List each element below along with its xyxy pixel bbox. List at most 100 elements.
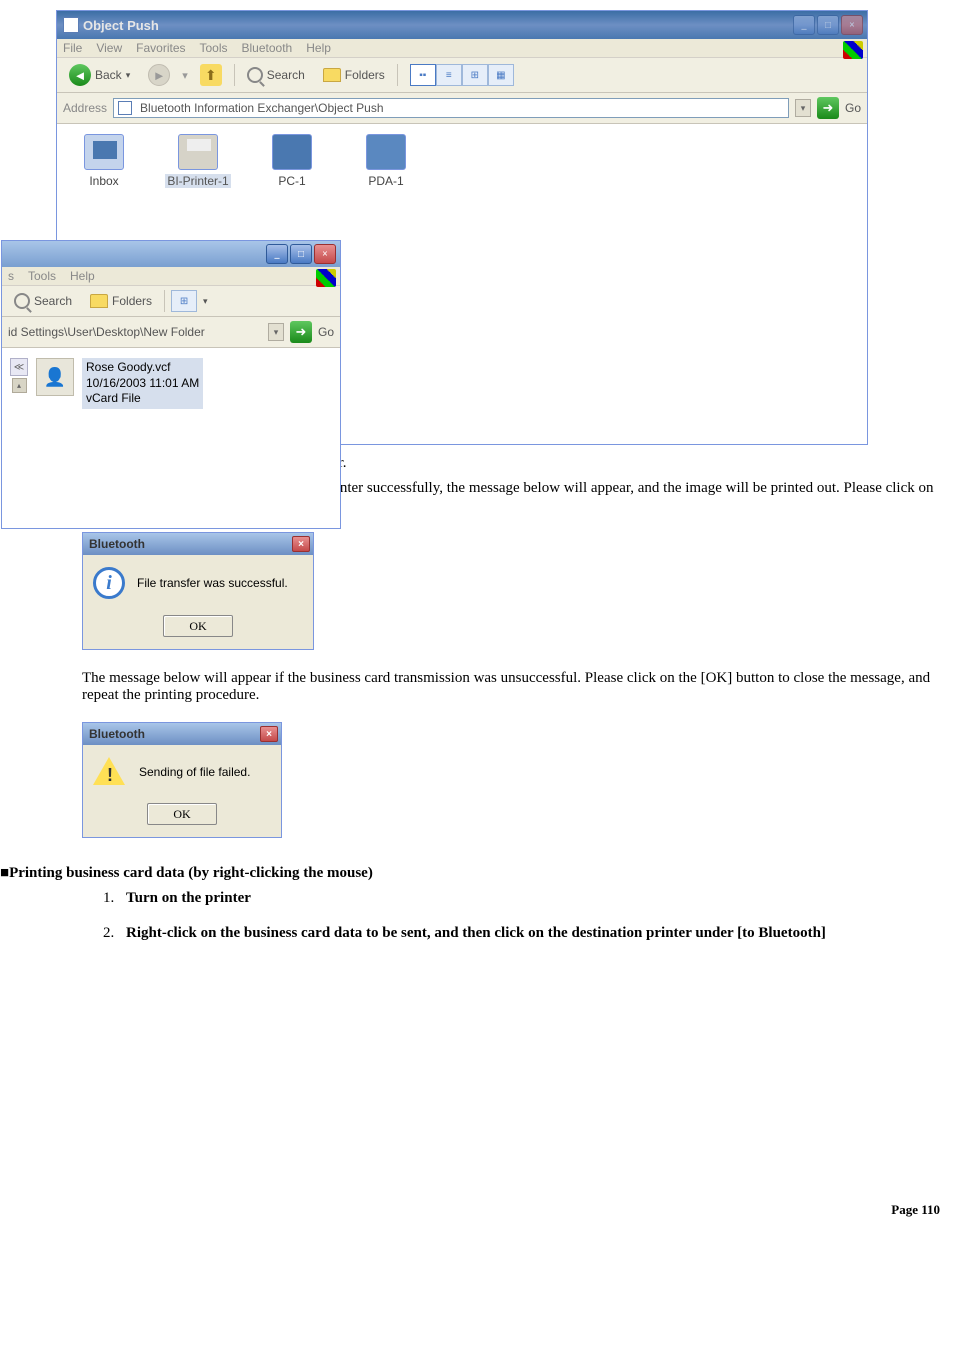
maximize-button[interactable]: □ (817, 15, 839, 35)
view-dropdown-icon[interactable]: ▾ (203, 296, 208, 307)
pc-icon (272, 134, 312, 170)
menu-bar: File View Favorites Tools Bluetooth Help (57, 39, 867, 58)
view-list-button[interactable]: ≡ (436, 64, 462, 86)
pda-item[interactable]: PDA-1 (351, 134, 421, 188)
titlebar[interactable]: Object Push _ □ × (57, 11, 867, 39)
success-dialog-close-button[interactable]: × (292, 536, 310, 552)
overlay-address-bar: id Settings\User\Desktop\New Folder ▾ ➜ … (2, 317, 340, 348)
success-dialog: Bluetooth × i File transfer was successf… (82, 532, 314, 650)
menu-tools[interactable]: Tools (200, 41, 228, 55)
window-title: Object Push (83, 18, 793, 33)
folder-body: Inbox BI-Printer-1 PC-1 PDA-1 _ □ × (57, 124, 867, 444)
address-field[interactable]: Bluetooth Information Exchanger\Object P… (113, 98, 789, 118)
para-fail: The message below will appear if the bus… (82, 670, 942, 704)
menu-partial: s (8, 269, 14, 283)
icon-area: Inbox BI-Printer-1 PC-1 PDA-1 (57, 124, 867, 218)
overlay-folders-button[interactable]: Folders (84, 292, 158, 310)
search-icon (247, 67, 263, 83)
step-1: Turn on the printer (118, 890, 954, 907)
steps-list: Turn on the printer Right-click on the b… (118, 890, 954, 942)
section-heading: ■Printing business card data (by right-c… (0, 864, 954, 882)
fail-dialog-close-button[interactable]: × (260, 726, 278, 742)
scroll-up-icon[interactable]: ▴ (12, 378, 27, 393)
menu-help[interactable]: Help (306, 41, 331, 55)
page-number: Page 110 (0, 1202, 940, 1218)
folders-button[interactable]: Folders (317, 66, 391, 84)
inbox-item[interactable]: Inbox (69, 134, 139, 188)
address-dropdown-icon[interactable]: ▾ (795, 99, 811, 117)
separator (397, 64, 398, 86)
overlay-address-dropdown-icon[interactable]: ▾ (268, 323, 284, 341)
back-dropdown-icon[interactable]: ▾ (126, 70, 131, 81)
object-push-window: Object Push _ □ × File View Favorites To… (56, 10, 868, 445)
close-button[interactable]: × (841, 15, 863, 35)
file-date: 10/16/2003 11:01 AM (86, 376, 199, 392)
windows-flag-icon (316, 269, 336, 287)
go-button[interactable]: ➜ (817, 97, 839, 119)
file-type: vCard File (86, 391, 199, 407)
warning-icon: ! (93, 757, 127, 787)
fail-message: Sending of file failed. (139, 765, 250, 779)
success-ok-button[interactable]: OK (163, 615, 233, 637)
forward-button[interactable]: ► (142, 62, 176, 88)
view-icons-button[interactable]: ▪▪ (410, 64, 436, 86)
overlay-close-button[interactable]: × (314, 244, 336, 264)
view-thumbs-button[interactable]: ▦ (488, 64, 514, 86)
overlay-go-button[interactable]: ➜ (290, 321, 312, 343)
minimize-button[interactable]: _ (793, 15, 815, 35)
overlay-titlebar[interactable]: _ □ × (2, 241, 340, 267)
view-details-button[interactable]: ⊞ (462, 64, 488, 86)
app-icon (63, 17, 79, 33)
history-dropdown-icon[interactable]: ▾ (182, 69, 188, 82)
separator (234, 64, 235, 86)
forward-icon: ► (148, 64, 170, 86)
success-message: File transfer was successful. (137, 576, 288, 590)
fail-dialog-titlebar[interactable]: Bluetooth × (83, 723, 281, 745)
overlay-file-list: ≪ ▴ 👤 Rose Goody.vcf 10/16/2003 11:01 AM… (2, 348, 340, 528)
go-label: Go (845, 101, 861, 115)
address-bar: Address Bluetooth Information Exchanger\… (57, 93, 867, 124)
new-folder-window: _ □ × s Tools Help Search Folders (1, 240, 341, 529)
pda-icon (366, 134, 406, 170)
step-2: Right-click on the business card data to… (118, 925, 954, 942)
separator (164, 290, 165, 312)
overlay-minimize-button[interactable]: _ (266, 244, 288, 264)
address-label: Address (63, 101, 107, 115)
menu-file[interactable]: File (63, 41, 82, 55)
pc-item[interactable]: PC-1 (257, 134, 327, 188)
folders-icon (323, 68, 341, 82)
vcard-file-item[interactable]: Rose Goody.vcf 10/16/2003 11:01 AM vCard… (82, 358, 203, 409)
overlay-view-button[interactable]: ⊞ (171, 290, 197, 312)
success-dialog-title: Bluetooth (89, 537, 292, 551)
main-toolbar: ◄ Back ▾ ► ▾ ⬆ Search Folders ▪▪ ≡ ⊞ ▦ (57, 58, 867, 93)
search-button[interactable]: Search (241, 65, 311, 85)
up-button[interactable]: ⬆ (194, 62, 228, 88)
vcard-icon[interactable]: 👤 (36, 358, 74, 396)
collapse-button[interactable]: ≪ (10, 358, 28, 376)
search-icon (14, 293, 30, 309)
back-button[interactable]: ◄ Back ▾ (63, 62, 136, 88)
overlay-menu-bar: s Tools Help (2, 267, 340, 286)
overlay-menu-tools[interactable]: Tools (28, 269, 56, 283)
fail-dialog-title: Bluetooth (89, 727, 260, 741)
view-mode-buttons: ▪▪ ≡ ⊞ ▦ (410, 64, 514, 86)
overlay-address-field[interactable]: id Settings\User\Desktop\New Folder (8, 325, 262, 339)
fail-dialog: Bluetooth × ! Sending of file failed. OK (82, 722, 282, 838)
inbox-icon (84, 134, 124, 170)
windows-flag-icon (843, 41, 863, 59)
printer-icon (178, 134, 218, 170)
address-icon (118, 101, 132, 115)
menu-view[interactable]: View (96, 41, 122, 55)
fail-ok-button[interactable]: OK (147, 803, 217, 825)
overlay-search-button[interactable]: Search (8, 291, 78, 311)
overlay-menu-help[interactable]: Help (70, 269, 95, 283)
folders-icon (90, 294, 108, 308)
printer-item[interactable]: BI-Printer-1 (163, 134, 233, 188)
success-dialog-titlebar[interactable]: Bluetooth × (83, 533, 313, 555)
menu-favorites[interactable]: Favorites (136, 41, 185, 55)
menu-bluetooth[interactable]: Bluetooth (242, 41, 293, 55)
back-icon: ◄ (69, 64, 91, 86)
info-icon: i (93, 567, 125, 599)
overlay-maximize-button[interactable]: □ (290, 244, 312, 264)
overlay-toolbar: Search Folders ⊞ ▾ (2, 286, 340, 317)
